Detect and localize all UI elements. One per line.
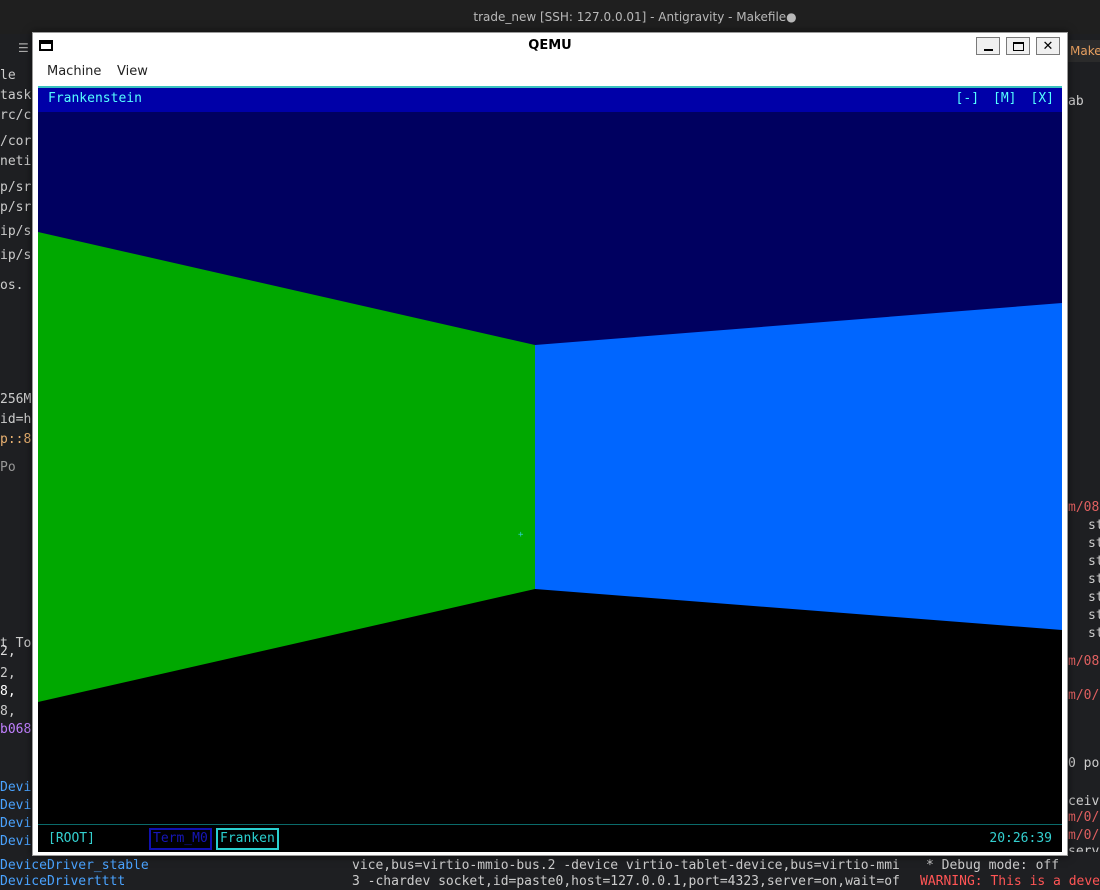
host-left-line: /cor [0,134,32,149]
host-left-line: 2, [0,666,16,681]
guest-window-title: Frankenstein [48,91,142,106]
guest-close-button[interactable]: [X] [1031,91,1054,106]
qemu-titlebar[interactable]: QEMU ✕ [33,33,1067,59]
host-left-line: p::8 [0,432,32,447]
maximize-icon [1012,41,1024,51]
taskbar-clock: 20:26:39 [989,831,1052,846]
guest-window-controls: [-] [M] [X] [956,91,1054,106]
host-left-line: Devic [0,780,36,795]
host-left-line: p/sr [0,200,32,215]
host-right-line: ab [1068,94,1084,109]
host-left-line: 256M [0,392,32,407]
host-editor-tab[interactable]: Make [1066,40,1100,62]
host-left-line: ip/s [0,224,32,239]
guest-maximize-button[interactable]: [M] [993,91,1016,106]
host-terminal-pane: vice,bus=virtio-mmio-bus.2 -device virti… [330,852,900,890]
host-left-line: id=h [0,412,32,427]
minimize-icon [983,48,993,51]
host-left-line: os. [0,278,24,293]
host-left-line: 8, [0,704,16,719]
host-right-line: st [1088,572,1100,587]
host-output-pane: * Debug mode: off WARNING: This is a deve… [900,852,1100,890]
host-right-line: m/08- [1068,654,1100,669]
host-right-line: m/0/h [1068,828,1100,843]
qemu-window-title: QEMU [528,38,572,53]
host-right-line: st [1088,536,1100,551]
host-left-line: le [0,68,16,83]
host-titlebar: trade_new [SSH: 127.0.0.01] - Antigravit… [0,0,1100,34]
guest-display[interactable]: Frankenstein [-] [M] [X] + [ROOT] Term_M… [38,86,1062,852]
menu-view[interactable]: View [117,64,148,79]
host-right-line: m/0/h [1068,688,1100,703]
host-bottom-left-pane: DeviceDriver_stable DeviceDrivertttt [0,852,330,890]
maximize-button[interactable] [1006,37,1030,55]
taskbar-franken-button[interactable]: Franken [216,828,279,850]
taskbar-root-button[interactable]: [ROOT] [48,831,95,846]
host-left-pane: le task rc/c/cor neti p/sr p/sr ip/s ip/s os. 256… [0,34,36,890]
host-right-line: st [1088,590,1100,605]
raycast-scene[interactable] [38,112,1062,824]
host-right-pane: ab m/08- st st st st st st st m/08- m/0/h 0 po ceive… [1066,34,1100,890]
host-right-line: st [1088,608,1100,623]
host-left-line: task [0,88,32,103]
host-right-line: 0 po [1068,756,1100,771]
scene-right-wall [535,303,1062,630]
host-left-line: 8, [0,684,16,699]
host-left-line: ip/s [0,248,32,263]
host-bottom-left-line: DeviceDriver_stable [0,858,149,873]
host-window-title: trade_new [SSH: 127.0.0.01] - Antigravit… [473,10,797,24]
guest-minimize-button[interactable]: [-] [956,91,979,106]
menu-machine[interactable]: Machine [47,64,101,79]
minimize-button[interactable] [976,37,1000,55]
close-icon: ✕ [1042,38,1054,54]
taskbar-term-button[interactable]: Term_M0 [149,828,212,850]
qemu-window: QEMU ✕ Machine View Frankenstein [-] [M]… [32,32,1068,856]
host-bottom-line: vice,bus=virtio-mmio-bus.2 -device virti… [352,858,900,873]
host-left-line: Po [0,460,16,475]
host-left-line: Devic [0,816,36,831]
host-right-line: ceive [1068,794,1100,809]
host-bottom2-line: * Debug mode: off [926,858,1060,873]
host-bottom-left-line: DeviceDrivertttt [0,874,126,889]
host-right-line: m/08- [1068,500,1100,515]
host-bottom-line: 3 -chardev socket,id=paste0,host=127.0.0… [352,874,900,889]
checklist-icon[interactable]: ☰ [18,41,29,55]
guest-taskbar: [ROOT] Term_M0 Franken 20:26:39 [38,824,1062,852]
close-button[interactable]: ✕ [1036,37,1060,55]
host-right-line: st [1088,554,1100,569]
qemu-menubar: Machine View [33,59,1067,85]
host-left-line: b068d [0,722,36,737]
host-left-line: rc/c [0,108,32,123]
host-left-line: p/sr [0,180,32,195]
host-bottom2-line: WARNING: This is a develop [920,874,1100,889]
host-left-line: Devic [0,798,36,813]
host-left-line: Devic [0,834,36,849]
host-right-line: st [1088,626,1100,641]
host-left-line: 2, [0,644,16,659]
host-left-line: neti [0,154,32,169]
host-right-line: st [1088,518,1100,533]
crosshair-icon: + [518,530,524,540]
guest-window-titlebar[interactable]: Frankenstein [-] [M] [X] [38,86,1062,112]
host-right-line: m/0/h [1068,810,1100,825]
